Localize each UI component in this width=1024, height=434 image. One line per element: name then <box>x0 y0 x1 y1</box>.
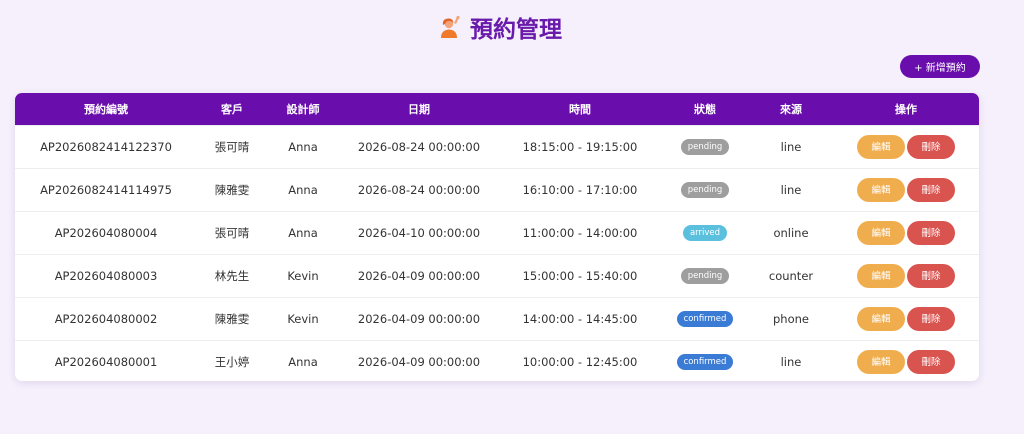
delete-button[interactable]: 刪除 <box>907 177 955 202</box>
status-badge: confirmed <box>676 311 734 327</box>
actions-cell: 編輯 刪除 <box>833 211 979 254</box>
table-row[interactable]: AP202604080001 王小婷 Anna 2026-04-09 00:00:00… <box>15 340 979 381</box>
status-cell: confirmed <box>661 340 749 381</box>
status-cell: pending <box>661 254 749 297</box>
status-cell: pending <box>661 125 749 168</box>
col-header-designer[interactable]: 設計師 <box>267 93 339 125</box>
table-header-row: 預約編號 客戶 設計師 日期 時間 狀態 來源 操作 <box>15 93 979 125</box>
date-cell: 2026-04-09 00:00:00 <box>357 354 481 369</box>
appointment-id-cell: AP202604080001 <box>54 354 158 369</box>
table-row[interactable]: AP202604080003 林先生 Kevin 2026-04-09 00:00:0… <box>15 254 979 297</box>
actions-cell: 編輯 刪除 <box>833 168 979 211</box>
status-badge: pending <box>680 139 730 155</box>
table-row[interactable]: AP2026082414122370 張可晴 Anna 2026-08-24 00:0… <box>15 125 979 168</box>
add-appointment-button[interactable]: + 新增預約 <box>900 55 980 78</box>
source-cell: line <box>780 139 802 154</box>
designer-cell: Anna <box>288 182 318 197</box>
col-header-date[interactable]: 日期 <box>339 93 499 125</box>
date-cell: 2026-04-10 00:00:00 <box>357 225 481 240</box>
delete-button[interactable]: 刪除 <box>907 349 955 374</box>
customer-cell: 張可晴 <box>214 139 250 154</box>
time-cell: 15:00:00 - 15:40:00 <box>522 268 638 283</box>
table-row[interactable]: AP202604080004 張可晴 Anna 2026-04-10 00:00:00… <box>15 211 979 254</box>
source-cell: line <box>780 182 802 197</box>
date-cell: 2026-04-09 00:00:00 <box>357 268 481 283</box>
appointment-id-cell: AP202604080003 <box>54 268 158 283</box>
edit-button[interactable]: 編輯 <box>857 134 905 159</box>
page-title: 預約管理 <box>470 17 562 43</box>
designer-cell: Anna <box>288 225 318 240</box>
edit-button[interactable]: 編輯 <box>857 263 905 288</box>
designer-cell: Kevin <box>287 268 319 283</box>
actions-cell: 編輯 刪除 <box>833 254 979 297</box>
table-row[interactable]: AP202604080002 陳雅雯 Kevin 2026-04-09 00:00:0… <box>15 297 979 340</box>
appointment-id-cell: AP2026082414122370 <box>40 139 172 154</box>
delete-button[interactable]: 刪除 <box>907 263 955 288</box>
table-row[interactable]: AP2026082414114975 陳雅雯 Anna 2026-08-24 00:0… <box>15 168 979 211</box>
customer-cell: 張可晴 <box>214 225 250 240</box>
col-header-time[interactable]: 時間 <box>499 93 661 125</box>
col-header-source[interactable]: 來源 <box>749 93 833 125</box>
delete-button[interactable]: 刪除 <box>907 306 955 331</box>
source-cell: counter <box>768 268 814 283</box>
col-header-id[interactable]: 預約編號 <box>15 93 197 125</box>
edit-button[interactable]: 編輯 <box>857 306 905 331</box>
status-cell: confirmed <box>661 297 749 340</box>
page-header: 預約管理 <box>0 10 1000 44</box>
delete-button[interactable]: 刪除 <box>907 134 955 159</box>
source-cell: online <box>773 225 809 240</box>
actions-cell: 編輯 刪除 <box>833 125 979 168</box>
appointments-table-card: 預約編號 客戶 設計師 日期 時間 狀態 來源 操作 AP20260824141… <box>15 93 979 381</box>
designer-cell: Anna <box>288 354 318 369</box>
customer-cell: 陳雅雯 <box>214 311 250 326</box>
time-cell: 18:15:00 - 19:15:00 <box>522 139 638 154</box>
date-cell: 2026-08-24 00:00:00 <box>357 139 481 154</box>
source-cell: line <box>780 354 802 369</box>
edit-button[interactable]: 編輯 <box>857 349 905 374</box>
date-cell: 2026-04-09 00:00:00 <box>357 311 481 326</box>
status-badge: pending <box>680 268 730 284</box>
col-header-customer[interactable]: 客戶 <box>197 93 267 125</box>
appointment-id-cell: AP202604080004 <box>54 225 158 240</box>
customer-cell: 林先生 <box>214 268 250 283</box>
status-cell: arrived <box>661 211 749 254</box>
status-badge: pending <box>680 182 730 198</box>
actions-cell: 編輯 刪除 <box>833 297 979 340</box>
appointments-table: 預約編號 客戶 設計師 日期 時間 狀態 來源 操作 AP20260824141… <box>15 93 979 381</box>
appointment-id-cell: AP2026082414114975 <box>40 182 172 197</box>
time-cell: 10:00:00 - 12:45:00 <box>522 354 638 369</box>
designer-cell: Anna <box>288 139 318 154</box>
appointment-id-cell: AP202604080002 <box>54 311 158 326</box>
date-cell: 2026-08-24 00:00:00 <box>357 182 481 197</box>
col-header-status[interactable]: 狀態 <box>661 93 749 125</box>
edit-button[interactable]: 編輯 <box>857 220 905 245</box>
status-badge: arrived <box>682 225 728 241</box>
col-header-actions: 操作 <box>895 102 917 116</box>
actions-cell: 編輯 刪除 <box>833 340 979 381</box>
customer-cell: 王小婷 <box>214 354 250 369</box>
person-raising-hand-icon <box>441 15 460 38</box>
time-cell: 11:00:00 - 14:00:00 <box>522 225 638 240</box>
status-badge: confirmed <box>676 354 734 371</box>
edit-button[interactable]: 編輯 <box>857 177 905 202</box>
designer-cell: Kevin <box>287 311 319 326</box>
status-cell: pending <box>661 168 749 211</box>
time-cell: 16:10:00 - 17:10:00 <box>522 182 638 197</box>
customer-cell: 陳雅雯 <box>214 182 250 197</box>
time-cell: 14:00:00 - 14:45:00 <box>522 311 638 326</box>
source-cell: phone <box>773 311 809 326</box>
delete-button[interactable]: 刪除 <box>907 220 955 245</box>
